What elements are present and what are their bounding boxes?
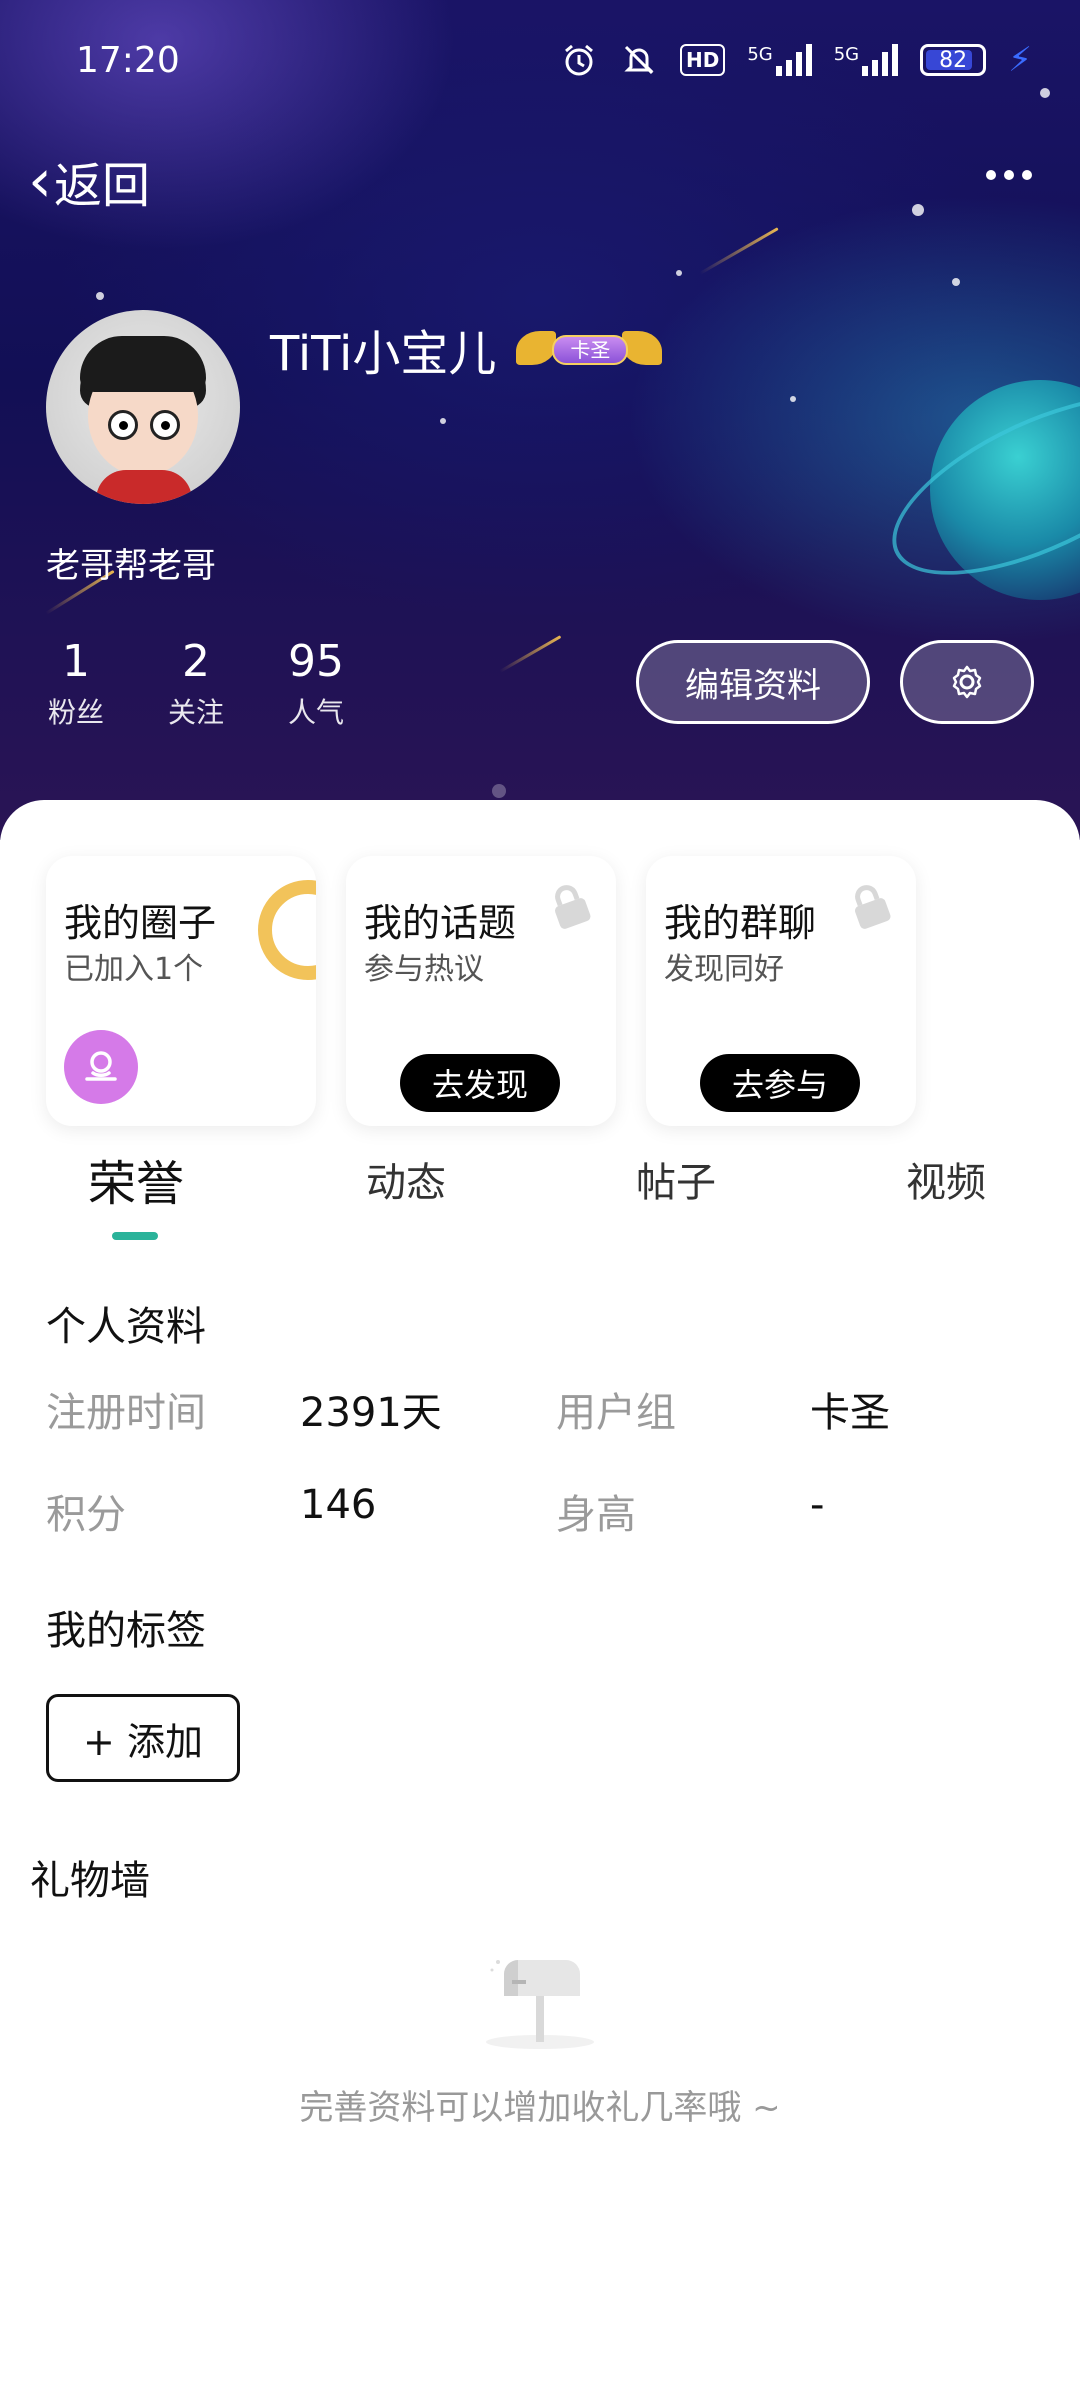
- star-decoration: [790, 396, 796, 402]
- tab-honor[interactable]: 荣誉: [88, 1144, 184, 1214]
- tags-title: 我的标签: [46, 1608, 206, 1654]
- card-subtitle: 已加入1个: [64, 952, 204, 987]
- battery-icon: 82: [920, 44, 987, 76]
- star-decoration: [96, 292, 104, 300]
- meteor-decoration: [699, 227, 779, 275]
- add-tag-button[interactable]: + 添加: [46, 1694, 240, 1782]
- tab-activity[interactable]: 动态: [366, 1150, 446, 1208]
- field-key-register-time: 注册时间: [46, 1390, 206, 1436]
- star-decoration: [676, 270, 682, 276]
- field-key-points: 积分: [46, 1492, 126, 1538]
- tab-bar: 荣誉 动态 帖子 视频: [0, 1150, 1080, 1230]
- discover-button[interactable]: 去发现: [400, 1054, 560, 1112]
- username-row: TiTi小宝儿 卡圣: [270, 314, 663, 384]
- stat-following[interactable]: 2 关注: [166, 636, 226, 731]
- active-tab-indicator: [112, 1232, 158, 1240]
- settings-button[interactable]: [900, 640, 1034, 724]
- gift-wall-title: 礼物墙: [30, 1858, 150, 1904]
- meteor-decoration: [499, 635, 562, 673]
- username: TiTi小宝儿: [270, 326, 497, 382]
- card-subtitle: 参与热议: [364, 952, 484, 987]
- star-decoration: [492, 784, 506, 798]
- stat-fans[interactable]: 1 粉丝: [46, 636, 106, 731]
- alarm-icon: [560, 41, 598, 79]
- ring-decoration: [258, 880, 316, 980]
- stat-popularity[interactable]: 95 人气: [286, 636, 346, 731]
- status-icons: HD 5G 5G 82 ⚡: [560, 40, 1032, 80]
- hd-icon: HD: [679, 44, 726, 76]
- rank-badge-label: 卡圣: [552, 335, 629, 365]
- gift-wall-empty-text: 完善资料可以增加收礼几率哦 ~: [299, 2088, 781, 2128]
- empty-mailbox-icon: [486, 1960, 594, 2049]
- card-title: 我的话题: [364, 901, 517, 945]
- lock-icon: [855, 885, 891, 929]
- card-my-groups[interactable]: 我的群聊 发现同好 去参与: [646, 856, 916, 1126]
- circle-icon: [64, 1030, 138, 1104]
- field-value-height: -: [810, 1482, 825, 1528]
- edit-profile-button[interactable]: 编辑资料: [636, 640, 870, 724]
- field-key-user-group: 用户组: [556, 1390, 676, 1436]
- field-value-register-time: 2391天: [300, 1390, 442, 1436]
- card-subtitle: 发现同好: [664, 952, 784, 987]
- field-key-height: 身高: [556, 1492, 636, 1538]
- lock-icon: [555, 885, 591, 929]
- card-title: 我的群聊: [664, 901, 817, 945]
- signature: 老哥帮老哥: [46, 546, 216, 586]
- status-time: 17:20: [76, 40, 180, 81]
- star-decoration: [952, 278, 960, 286]
- field-value-points: 146: [300, 1482, 377, 1528]
- gear-icon: [952, 665, 982, 699]
- back-label: 返回: [54, 158, 151, 214]
- mute-icon: [620, 41, 658, 79]
- signal-5g-icon: 5G: [834, 44, 899, 76]
- card-my-topics[interactable]: 我的话题 参与热议 去发现: [346, 856, 616, 1126]
- card-my-circle[interactable]: 我的圈子 已加入1个: [46, 856, 316, 1126]
- star-decoration: [912, 204, 924, 216]
- star-decoration: [440, 418, 446, 424]
- card-title: 我的圈子: [64, 901, 217, 945]
- rank-badge: 卡圣: [516, 325, 663, 373]
- chevron-left-icon: ‹: [28, 146, 52, 216]
- signal-5g-icon: 5G: [747, 44, 812, 76]
- tab-videos[interactable]: 视频: [906, 1150, 986, 1208]
- charging-icon: ⚡: [1008, 40, 1032, 80]
- join-button[interactable]: 去参与: [700, 1054, 860, 1112]
- back-button[interactable]: ‹ 返回: [28, 146, 150, 216]
- personal-info-title: 个人资料: [46, 1304, 206, 1350]
- field-value-user-group: 卡圣: [810, 1390, 890, 1436]
- more-icon[interactable]: [986, 170, 1032, 180]
- avatar[interactable]: [46, 310, 240, 504]
- profile-stats: 1 粉丝 2 关注 95 人气: [46, 636, 346, 731]
- tab-posts[interactable]: 帖子: [636, 1150, 716, 1208]
- status-bar: 17:20 HD 5G 5G 82 ⚡: [0, 0, 1080, 120]
